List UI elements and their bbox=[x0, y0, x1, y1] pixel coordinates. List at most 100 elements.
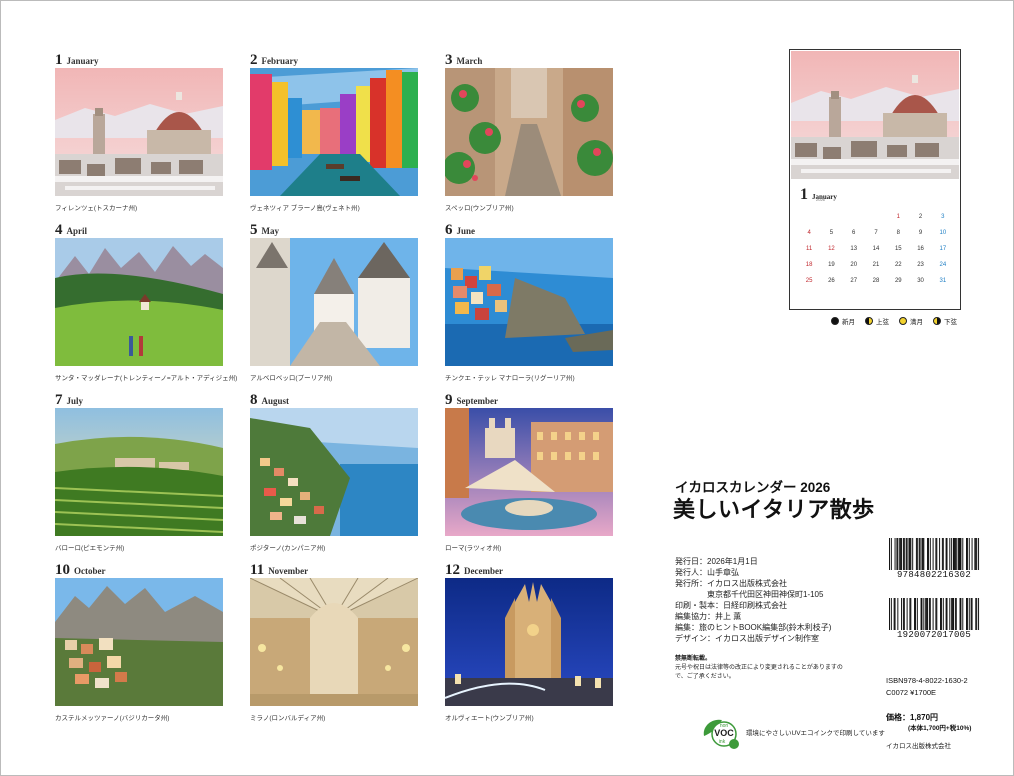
barcode-bar bbox=[927, 538, 929, 570]
day-cell: 15 bbox=[894, 246, 902, 252]
barcode-bar bbox=[902, 538, 904, 570]
photo-illustration bbox=[250, 238, 418, 366]
colophon-line: 編集協力：井上 薫 bbox=[675, 612, 742, 621]
month-photo bbox=[250, 578, 418, 706]
day-cell: 11 bbox=[806, 246, 813, 252]
barcode-bar bbox=[975, 598, 977, 630]
svg-text:ink: ink bbox=[719, 739, 726, 745]
moon-full-icon bbox=[899, 317, 907, 325]
day-cell: 6 bbox=[852, 230, 856, 236]
barcode-bar bbox=[910, 598, 912, 630]
barcode-bar bbox=[945, 538, 947, 570]
barcode-bar bbox=[935, 538, 937, 570]
barcode-bar bbox=[894, 598, 896, 630]
barcode-bar bbox=[940, 598, 942, 630]
barcode-bar bbox=[927, 538, 929, 570]
barcode-bar bbox=[929, 598, 931, 630]
day-cell: 7 bbox=[874, 230, 878, 236]
barcode-bar bbox=[893, 598, 895, 630]
barcode-bar bbox=[927, 598, 929, 630]
day-cell: 20 bbox=[850, 262, 858, 268]
barcode-bar bbox=[966, 538, 968, 570]
barcode-bar bbox=[902, 598, 904, 630]
photo-illustration bbox=[250, 408, 418, 536]
month-number: 3 bbox=[445, 52, 453, 68]
month-header: 5 May bbox=[250, 222, 418, 238]
barcode-bar bbox=[959, 538, 961, 570]
month-header: 4 April bbox=[55, 222, 223, 238]
month-header: 7 July bbox=[55, 392, 223, 408]
publisher-name: イカロス出版株式会社 bbox=[886, 743, 951, 750]
barcode-bar bbox=[962, 538, 964, 570]
month-header: 12 December bbox=[445, 562, 613, 578]
day-cell: 10 bbox=[939, 230, 947, 236]
barcode-isbn: 9784802216302 bbox=[888, 538, 980, 580]
month-thumbnail-april: 4 April サンタ・マッダレーナ(トレンティーノ=アルト・アディジェ州) bbox=[55, 222, 238, 382]
barcode-bar bbox=[914, 598, 916, 630]
photo-caption: サンタ・マッダレーナ(トレンティーノ=アルト・アディジェ州) bbox=[55, 375, 238, 382]
barcode-bar bbox=[953, 538, 955, 570]
barcode-bar bbox=[955, 538, 957, 570]
barcode-bar bbox=[954, 538, 956, 570]
month-photo bbox=[445, 238, 613, 366]
photo-illustration bbox=[250, 578, 418, 706]
month-name: May bbox=[261, 226, 280, 236]
month-number: 9 bbox=[445, 392, 453, 408]
barcode-bar bbox=[949, 538, 951, 570]
moon-label: 上弦 bbox=[876, 319, 889, 326]
barcode-bar bbox=[951, 538, 953, 570]
barcode-bars-1 bbox=[889, 538, 980, 570]
barcode-bar bbox=[897, 538, 899, 570]
month-header: 9 September bbox=[445, 392, 613, 408]
moon-phase-legend: 新月 上弦 満月 下弦 bbox=[831, 316, 967, 326]
photo-illustration bbox=[55, 408, 223, 536]
barcode-bar bbox=[914, 598, 916, 630]
barcode-bar bbox=[976, 538, 978, 570]
barcode-bar bbox=[903, 598, 905, 630]
barcode-bar bbox=[954, 598, 956, 630]
day-cell: 29 bbox=[894, 278, 902, 284]
barcode-bar bbox=[941, 538, 943, 570]
month-name: October bbox=[74, 566, 106, 576]
day-cell: 14 bbox=[872, 246, 880, 252]
moon-label: 満月 bbox=[910, 319, 923, 326]
colophon-line: 発行人：山手章弘 bbox=[675, 568, 739, 577]
notice-title: 禁無断転載。 bbox=[675, 656, 712, 662]
barcode-bar bbox=[896, 538, 898, 570]
sample-calendar-page: 1 January 2026 1 2 3 4 5 6 7 8 9 10 11 12 13 14 15 16 17… bbox=[789, 49, 961, 310]
day-cell: 2 bbox=[918, 214, 923, 220]
barcode-bar bbox=[936, 538, 938, 570]
month-name: September bbox=[456, 396, 499, 406]
month-photo bbox=[250, 408, 418, 536]
day-cell: 19 bbox=[828, 262, 835, 268]
barcode-bar bbox=[971, 598, 973, 630]
barcode-bar bbox=[890, 538, 892, 570]
month-thumbnail-january: 1 January フィレンツェ(トスカーナ州) bbox=[55, 52, 223, 212]
day-cell: 17 bbox=[939, 246, 947, 252]
barcode-bar bbox=[957, 538, 959, 570]
barcode-bar bbox=[910, 538, 912, 570]
non-voc-ink-icon: non VOC ink bbox=[703, 719, 739, 749]
barcode-bar bbox=[903, 538, 905, 570]
month-name: April bbox=[66, 226, 88, 236]
month-header: 2 February bbox=[250, 52, 418, 68]
eco-ink-text: 環境にやさしいUVエコインクで印刷しています bbox=[746, 729, 885, 737]
colophon-line: 発行日：2026年1月1日 bbox=[675, 557, 758, 566]
barcode-bar bbox=[953, 538, 954, 570]
day-cell: 3 bbox=[941, 214, 945, 220]
barcode-bar bbox=[909, 538, 911, 570]
month-number: 6 bbox=[445, 222, 453, 238]
barcode-bar bbox=[890, 598, 892, 630]
photo-caption: バローロ(ピエモンテ州) bbox=[55, 545, 125, 552]
photo-illustration bbox=[445, 68, 613, 196]
day-cell bbox=[798, 211, 820, 227]
month-name: June bbox=[456, 226, 476, 236]
barcode-bar bbox=[971, 538, 973, 570]
sample-photo-illustration bbox=[791, 51, 959, 179]
barcode-bar bbox=[962, 598, 964, 630]
barcode-bar bbox=[897, 598, 899, 630]
moon-label: 下弦 bbox=[944, 319, 957, 326]
barcode-bar bbox=[908, 538, 910, 570]
notice: 禁無断転載。 元号や祝日は法律等の改正により変更されることがありますので、ご了承… bbox=[675, 655, 850, 682]
month-thumbnail-october: 10 October カステルメッツァーノ(バジリカータ州) bbox=[55, 562, 223, 722]
